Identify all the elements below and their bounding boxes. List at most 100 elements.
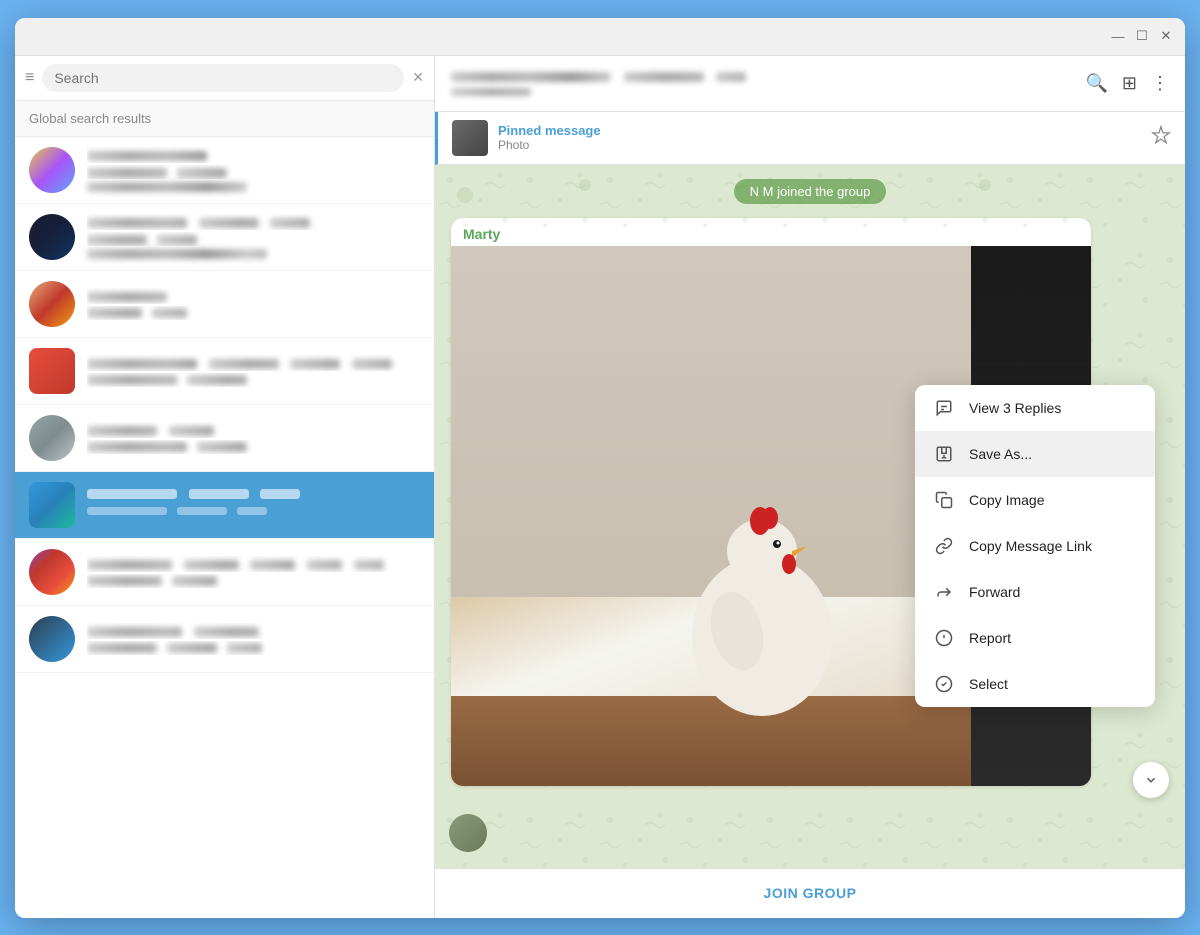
result-info [87, 355, 420, 387]
result-info [87, 422, 420, 454]
context-select[interactable]: Select [915, 661, 1155, 707]
result-preview [87, 306, 420, 320]
chat-header-info [451, 68, 1075, 99]
result-info [87, 147, 420, 192]
avatar [29, 549, 75, 595]
list-item[interactable] [15, 137, 434, 204]
list-item-active[interactable] [15, 472, 434, 539]
right-panel: 🔍 ⊞ ⋮ Pinned message Photo [435, 56, 1185, 918]
result-info [87, 288, 420, 320]
context-report[interactable]: Report [915, 615, 1155, 661]
avatar [29, 281, 75, 327]
result-dots [87, 182, 420, 192]
layout-icon[interactable]: ⊞ [1122, 73, 1137, 94]
left-panel: ≡ ✕ Global search results [15, 56, 435, 918]
list-item[interactable] [15, 539, 434, 606]
menu-icon: ≡ [25, 69, 34, 87]
result-info [87, 214, 420, 259]
chat-header: 🔍 ⊞ ⋮ [435, 56, 1185, 112]
result-name [87, 288, 420, 304]
chat-area: N M joined the group Marty [435, 165, 1185, 868]
context-forward[interactable]: Forward [915, 569, 1155, 615]
search-bar: ≡ ✕ [15, 56, 434, 101]
list-item[interactable] [15, 405, 434, 472]
user-avatar [449, 814, 487, 852]
result-name [87, 556, 420, 572]
result-name [87, 355, 420, 371]
context-copy-link[interactable]: Copy Message Link [915, 523, 1155, 569]
result-preview [87, 165, 420, 179]
result-name [87, 214, 420, 230]
result-preview [87, 440, 420, 454]
context-menu: View 3 Replies Save As... [915, 385, 1155, 707]
pinned-thumbnail [452, 120, 488, 156]
chat-title [451, 68, 1075, 85]
minimize-button[interactable]: — [1111, 29, 1125, 43]
maximize-button[interactable]: ☐ [1135, 29, 1149, 43]
result-dots [87, 249, 420, 259]
chat-subtitle [451, 85, 1075, 99]
forward-icon [933, 581, 955, 603]
app-window: — ☐ ✕ ≡ ✕ Global search results [15, 18, 1185, 918]
search-clear-button[interactable]: ✕ [412, 69, 424, 86]
copy-image-icon [933, 489, 955, 511]
context-copy-image[interactable]: Copy Image [915, 477, 1155, 523]
report-label: Report [969, 630, 1011, 646]
joined-badge: N M joined the group [734, 179, 887, 204]
chicken-svg [672, 446, 852, 726]
result-name [87, 422, 420, 438]
copy-image-label: Copy Image [969, 492, 1044, 508]
context-save-as[interactable]: Save As... [915, 431, 1155, 477]
search-input[interactable] [42, 64, 404, 92]
avatar [29, 348, 75, 394]
message-sender: Marty [451, 218, 1091, 246]
view-replies-label: View 3 Replies [969, 400, 1061, 416]
pinned-actions-icon[interactable] [1151, 125, 1171, 150]
result-preview [87, 574, 420, 588]
select-icon [933, 673, 955, 695]
search-icon[interactable]: 🔍 [1085, 73, 1107, 94]
avatar [29, 616, 75, 662]
result-preview [87, 373, 420, 387]
join-group-bar: JOIN GROUP [435, 868, 1185, 918]
results-list [15, 137, 434, 918]
join-group-button[interactable]: JOIN GROUP [764, 885, 857, 901]
blurred-name [87, 151, 207, 161]
list-item[interactable] [15, 338, 434, 405]
copy-link-icon [933, 535, 955, 557]
pinned-label: Pinned message [498, 123, 1141, 138]
avatar [29, 415, 75, 461]
avatar [29, 147, 75, 193]
result-info [87, 556, 420, 588]
result-preview [87, 507, 420, 521]
close-button[interactable]: ✕ [1159, 29, 1173, 43]
avatar [29, 214, 75, 260]
result-name [87, 489, 420, 505]
pinned-message[interactable]: Pinned message Photo [435, 112, 1185, 165]
result-info [87, 623, 420, 655]
view-replies-icon [933, 397, 955, 419]
avatar [29, 482, 75, 528]
pinned-info: Pinned message Photo [498, 123, 1141, 152]
save-as-icon [933, 443, 955, 465]
result-preview [87, 641, 420, 655]
result-preview [87, 232, 420, 246]
list-item[interactable] [15, 271, 434, 338]
copy-link-label: Copy Message Link [969, 538, 1092, 554]
joined-notice: N M joined the group [435, 179, 1185, 204]
context-view-replies[interactable]: View 3 Replies [915, 385, 1155, 431]
forward-label: Forward [969, 584, 1020, 600]
list-item[interactable] [15, 204, 434, 271]
select-label: Select [969, 676, 1008, 692]
report-icon [933, 627, 955, 649]
result-info [87, 489, 420, 521]
result-name [87, 623, 420, 639]
chat-header-actions: 🔍 ⊞ ⋮ [1085, 73, 1169, 94]
main-content: ≡ ✕ Global search results [15, 56, 1185, 918]
search-results-label: Global search results [15, 101, 434, 137]
scroll-to-bottom-button[interactable] [1133, 762, 1169, 798]
save-as-label: Save As... [969, 446, 1032, 462]
more-options-icon[interactable]: ⋮ [1151, 73, 1169, 94]
list-item[interactable] [15, 606, 434, 673]
title-bar: — ☐ ✕ [15, 18, 1185, 56]
